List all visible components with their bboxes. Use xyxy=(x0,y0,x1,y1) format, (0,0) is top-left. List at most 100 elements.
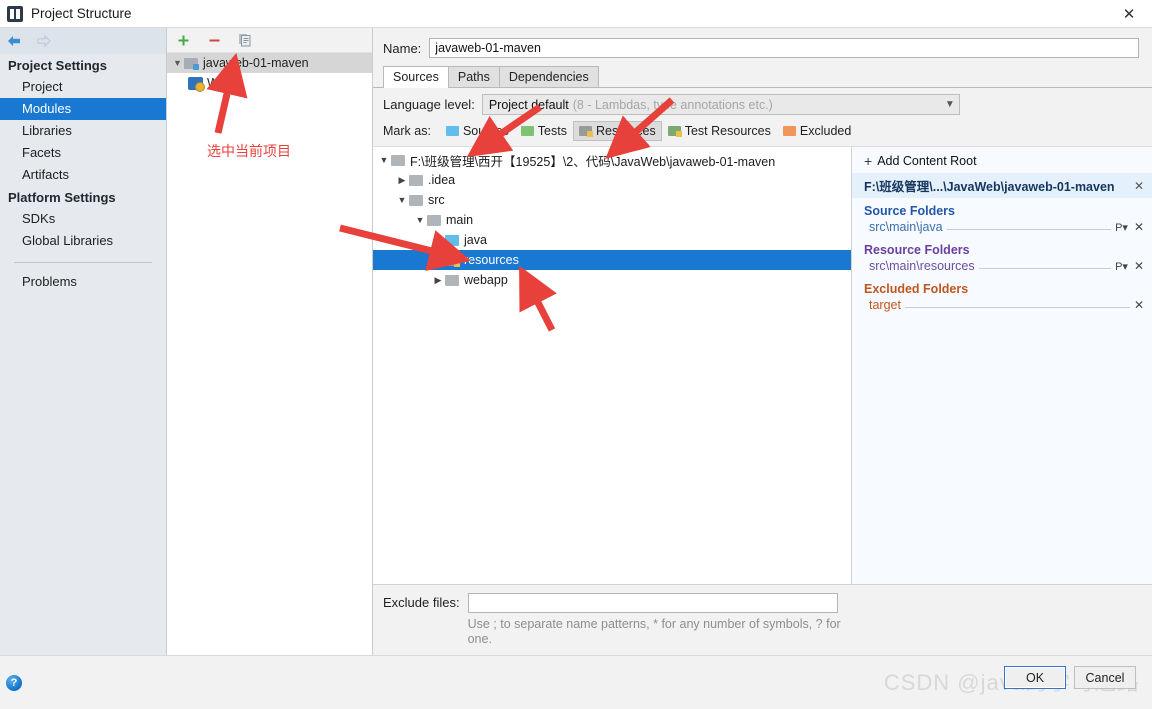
sidebar-item-global-libraries[interactable]: Global Libraries xyxy=(0,230,166,252)
tree-row-label: webapp xyxy=(464,273,508,287)
mark-as-resources-button[interactable]: Resources xyxy=(572,121,662,141)
content-roots-panel: + Add Content Root F:\班级管理\...\JavaWeb\j… xyxy=(852,147,1152,584)
source-folder-path: src\main\java xyxy=(869,220,943,234)
excluded-folder-path: target xyxy=(869,298,901,312)
tree-row-label: src xyxy=(428,193,445,207)
module-tree-row-label: javaweb-01-maven xyxy=(203,56,309,70)
properties-icon[interactable]: P▾ xyxy=(1115,221,1128,234)
window-titlebar: Project Structure ✕ xyxy=(0,0,1152,28)
add-content-root-button[interactable]: + Add Content Root xyxy=(852,153,1152,173)
minus-icon[interactable] xyxy=(206,32,222,48)
content-root-header: F:\班级管理\...\JavaWeb\javaweb-01-maven ✕ xyxy=(852,173,1152,198)
dialog-body: Project Settings Project Modules Librari… xyxy=(0,28,1152,655)
copy-icon[interactable] xyxy=(237,32,253,48)
sidebar-group-project-settings: Project Settings xyxy=(8,58,107,73)
mark-as-sources-button[interactable]: Sources xyxy=(440,121,515,141)
modules-tree[interactable]: ▼ javaweb-01-maven Web xyxy=(167,53,372,655)
plus-icon[interactable] xyxy=(175,32,191,48)
tree-row-java[interactable]: java xyxy=(373,230,851,250)
tree-row-src[interactable]: ▼ src xyxy=(373,190,851,210)
resource-folders-title: Resource Folders xyxy=(864,243,970,257)
language-level-combobox[interactable]: Project default (8 - Lambdas, type annot… xyxy=(481,94,960,115)
excluded-folders-title: Excluded Folders xyxy=(864,282,969,296)
chevron-right-icon[interactable]: ▶ xyxy=(431,275,445,286)
mark-as-excluded-label: Excluded xyxy=(799,124,852,138)
chevron-down-icon[interactable]: ▼ xyxy=(171,58,184,68)
help-icon[interactable]: ? xyxy=(6,674,22,691)
close-icon[interactable]: ✕ xyxy=(1134,179,1144,193)
ok-button[interactable]: OK xyxy=(1004,666,1066,689)
chevron-down-icon[interactable]: ▼ xyxy=(413,215,427,225)
window-title: Project Structure xyxy=(31,6,132,21)
resources-folder-icon xyxy=(445,254,460,267)
mark-as-tests-label: Tests xyxy=(537,124,567,138)
exclude-files-label: Exclude files: xyxy=(383,595,460,610)
sidebar-group-platform-settings: Platform Settings xyxy=(8,190,116,205)
sidebar-item-sdks[interactable]: SDKs xyxy=(0,208,166,230)
back-arrow-icon[interactable] xyxy=(6,34,23,48)
web-facet-icon xyxy=(188,76,205,92)
sidebar-item-modules[interactable]: Modules xyxy=(0,98,166,120)
source-folders-tree[interactable]: ▼ F:\班级管理\西开【19525】\2、代码\JavaWeb\javaweb… xyxy=(373,147,852,584)
mark-as-row: Mark as: Sources Tests Resources Test Re… xyxy=(383,121,1142,141)
language-level-value: Project default xyxy=(488,97,569,112)
dialog-footer: ? CSDN @java的学习之路 OK Cancel xyxy=(0,655,1152,709)
sidebar-item-facets[interactable]: Facets xyxy=(0,142,166,164)
settings-sidebar: Project Settings Project Modules Librari… xyxy=(0,28,167,655)
intellij-idea-icon xyxy=(7,5,23,22)
chevron-down-icon[interactable]: ▼ xyxy=(945,99,955,110)
row-filler xyxy=(904,299,1130,308)
folder-icon xyxy=(409,174,423,186)
forward-arrow-icon[interactable] xyxy=(35,34,52,48)
exclude-files-block: Exclude files: Use ; to separate name pa… xyxy=(373,584,1152,655)
sidebar-item-artifacts[interactable]: Artifacts xyxy=(0,164,166,186)
tab-sources[interactable]: Sources xyxy=(383,66,449,88)
row-filler xyxy=(978,260,1112,269)
module-tree-row-web[interactable]: Web xyxy=(167,73,372,93)
module-folder-icon xyxy=(184,57,199,70)
tree-row-webapp[interactable]: ▶ webapp xyxy=(373,270,851,290)
close-icon[interactable]: ✕ xyxy=(1106,0,1152,27)
mark-as-excluded-button[interactable]: Excluded xyxy=(777,121,857,141)
close-icon[interactable]: ✕ xyxy=(1134,259,1144,273)
sidebar-item-project[interactable]: Project xyxy=(0,76,166,98)
module-name-input[interactable] xyxy=(429,38,1139,58)
properties-icon[interactable]: P▾ xyxy=(1115,260,1128,273)
tab-dependencies[interactable]: Dependencies xyxy=(498,66,599,88)
sources-folder-icon xyxy=(445,126,459,136)
chevron-down-icon[interactable]: ▼ xyxy=(395,195,409,205)
tree-row-main[interactable]: ▼ main xyxy=(373,210,851,230)
tree-row-idea[interactable]: ▶ .idea xyxy=(373,170,851,190)
excluded-folder-icon xyxy=(782,126,796,136)
module-tree-row-label: Web xyxy=(207,76,233,90)
folder-icon xyxy=(409,194,423,206)
mark-as-test-resources-button[interactable]: Test Resources xyxy=(662,121,777,141)
exclude-files-input[interactable] xyxy=(467,593,838,613)
tree-row-label: main xyxy=(446,213,474,227)
mark-as-test-resources-label: Test Resources xyxy=(684,124,771,138)
cancel-button[interactable]: Cancel xyxy=(1074,666,1136,689)
excluded-folder-row[interactable]: target ✕ xyxy=(852,297,1152,315)
folder-icon xyxy=(391,154,405,166)
chevron-right-icon[interactable]: ▶ xyxy=(395,175,409,186)
tree-row-label: java xyxy=(464,233,487,247)
mark-as-sources-label: Sources xyxy=(462,124,509,138)
tree-row-resources[interactable]: resources xyxy=(373,250,851,270)
tree-row-label: resources xyxy=(464,253,519,267)
source-folder-row[interactable]: src\main\java P▾ ✕ xyxy=(852,219,1152,237)
sidebar-item-libraries[interactable]: Libraries xyxy=(0,120,166,142)
sources-folder-icon xyxy=(445,234,459,246)
tree-row-content-root[interactable]: ▼ F:\班级管理\西开【19525】\2、代码\JavaWeb\javaweb… xyxy=(373,150,851,170)
sidebar-item-problems[interactable]: Problems xyxy=(0,271,166,293)
tab-paths[interactable]: Paths xyxy=(447,66,500,88)
chevron-down-icon[interactable]: ▼ xyxy=(377,155,391,165)
module-tree-row-javaweb-01-maven[interactable]: ▼ javaweb-01-maven xyxy=(167,53,372,73)
sources-options-panel: Language level: Project default (8 - Lam… xyxy=(373,88,1152,147)
tests-folder-icon xyxy=(520,126,534,136)
close-icon[interactable]: ✕ xyxy=(1134,220,1144,234)
close-icon[interactable]: ✕ xyxy=(1134,298,1144,312)
sidebar-divider xyxy=(14,262,152,263)
mark-as-tests-button[interactable]: Tests xyxy=(515,121,573,141)
resource-folder-row[interactable]: src\main\resources P▾ ✕ xyxy=(852,258,1152,276)
mark-as-resources-label: Resources xyxy=(595,124,656,138)
